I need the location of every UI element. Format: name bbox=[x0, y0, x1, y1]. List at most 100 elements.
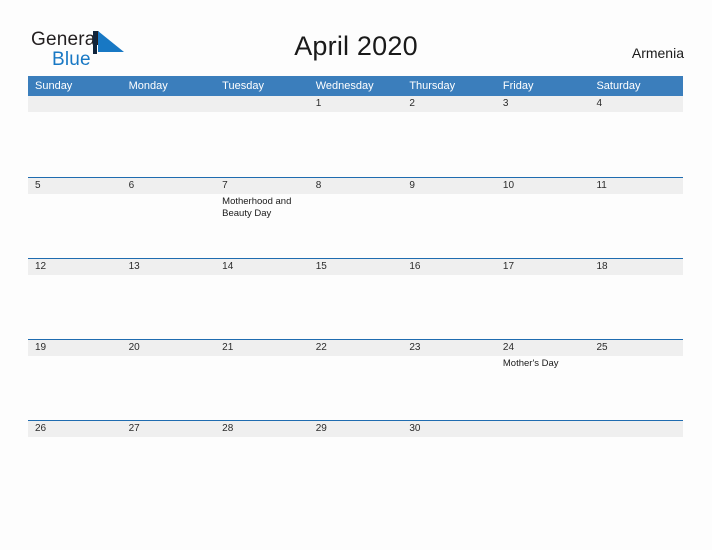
day-number-27[interactable]: 27 bbox=[122, 421, 216, 437]
calendar-week-row: 1234 bbox=[28, 96, 683, 177]
day-number-6[interactable]: 6 bbox=[122, 178, 216, 194]
day-cell-1[interactable] bbox=[309, 112, 403, 176]
calendar-weeks: 1 2 3 4 5 6 7 8 9 10 11 Motherhood and Beauty Day 12… bbox=[28, 96, 683, 501]
day-number-30[interactable]: 30 bbox=[402, 421, 496, 437]
week-date-number-band: 19 20 21 22 23 24 25 bbox=[28, 340, 683, 356]
week-event-band: Motherhood and Beauty Day bbox=[28, 194, 683, 258]
day-number-13[interactable]: 13 bbox=[122, 259, 216, 275]
day-cell-27[interactable] bbox=[122, 437, 216, 501]
day-number-24[interactable]: 24 bbox=[496, 340, 590, 356]
day-number-28[interactable]: 28 bbox=[215, 421, 309, 437]
day-cell-4[interactable] bbox=[589, 112, 683, 176]
day-cell-empty bbox=[28, 112, 122, 176]
day-cell-2[interactable] bbox=[402, 112, 496, 176]
page-title: April 2020 bbox=[294, 31, 418, 61]
country-label: Armenia bbox=[631, 45, 684, 61]
day-number-11[interactable]: 11 bbox=[589, 178, 683, 194]
weekday-header-wednesday: Wednesday bbox=[315, 80, 374, 92]
week-date-number-band: 1234 bbox=[28, 96, 683, 112]
day-cell-25[interactable] bbox=[589, 356, 683, 420]
day-number-20[interactable]: 20 bbox=[122, 340, 216, 356]
week-date-number-band: 26 27 28 29 30 bbox=[28, 421, 683, 437]
day-cell-16[interactable] bbox=[402, 275, 496, 339]
holiday-event-label: Mother's Day bbox=[502, 358, 559, 369]
day-cell-17[interactable] bbox=[496, 275, 590, 339]
day-number-22[interactable]: 22 bbox=[309, 340, 403, 356]
day-cell-5[interactable] bbox=[28, 194, 122, 258]
calendar-table: Sunday Monday Tuesday Wednesday Thursday Frid… bbox=[28, 76, 683, 501]
day-cell-30[interactable] bbox=[402, 437, 496, 501]
page-header: General Blue April 2020 Armenia bbox=[0, 0, 712, 76]
day-number-15[interactable]: 15 bbox=[309, 259, 403, 275]
day-number-5[interactable]: 5 bbox=[28, 178, 122, 194]
day-number-empty bbox=[215, 96, 309, 112]
day-number-18[interactable]: 18 bbox=[589, 259, 683, 275]
day-cell-10[interactable] bbox=[496, 194, 590, 258]
day-cell-13[interactable] bbox=[122, 275, 216, 339]
week-event-band: Mother's Day bbox=[28, 356, 683, 420]
week-date-number-band: 5 6 7 8 9 10 11 bbox=[28, 178, 683, 194]
day-cell-23[interactable] bbox=[402, 356, 496, 420]
day-cell-18[interactable] bbox=[589, 275, 683, 339]
day-number-25[interactable]: 25 bbox=[589, 340, 683, 356]
day-cell-15[interactable] bbox=[309, 275, 403, 339]
week-date-number-band: 12 13 14 15 16 17 18 bbox=[28, 259, 683, 275]
day-number-9[interactable]: 9 bbox=[402, 178, 496, 194]
day-cell-empty bbox=[496, 437, 590, 501]
weekday-header-saturday: Saturday bbox=[596, 80, 641, 92]
day-number-empty bbox=[122, 96, 216, 112]
day-cell-empty bbox=[215, 112, 309, 176]
day-cell-8[interactable] bbox=[309, 194, 403, 258]
weekday-header-monday: Monday bbox=[128, 80, 168, 92]
day-number-8[interactable]: 8 bbox=[309, 178, 403, 194]
day-cell-19[interactable] bbox=[28, 356, 122, 420]
day-number-26[interactable]: 26 bbox=[28, 421, 122, 437]
calendar-weekday-header: Sunday Monday Tuesday Wednesday Thursday Frid… bbox=[28, 76, 683, 96]
day-cell-9[interactable] bbox=[402, 194, 496, 258]
day-number-3[interactable]: 3 bbox=[496, 96, 590, 112]
calendar-week-row: 19 20 21 22 23 24 25 Mother's Day bbox=[28, 339, 683, 420]
weekday-header-friday: Friday bbox=[502, 80, 534, 92]
day-number-29[interactable]: 29 bbox=[309, 421, 403, 437]
day-number-empty bbox=[496, 421, 590, 437]
day-cell-28[interactable] bbox=[215, 437, 309, 501]
weekday-header-tuesday: Tuesday bbox=[222, 80, 264, 92]
calendar-week-row: 26 27 28 29 30 bbox=[28, 420, 683, 501]
day-number-empty bbox=[28, 96, 122, 112]
week-event-band bbox=[28, 275, 683, 339]
day-cell-11[interactable] bbox=[589, 194, 683, 258]
day-number-17[interactable]: 17 bbox=[496, 259, 590, 275]
day-number-14[interactable]: 14 bbox=[215, 259, 309, 275]
day-number-7[interactable]: 7 bbox=[215, 178, 309, 194]
week-event-band bbox=[28, 437, 683, 501]
day-cell-7[interactable]: Motherhood and Beauty Day bbox=[215, 194, 309, 258]
day-cell-21[interactable] bbox=[215, 356, 309, 420]
day-cell-12[interactable] bbox=[28, 275, 122, 339]
day-number-12[interactable]: 12 bbox=[28, 259, 122, 275]
day-cell-empty bbox=[589, 437, 683, 501]
week-event-band bbox=[28, 112, 683, 176]
day-number-23[interactable]: 23 bbox=[402, 340, 496, 356]
day-cell-3[interactable] bbox=[496, 112, 590, 176]
day-number-1[interactable]: 1 bbox=[309, 96, 403, 112]
day-number-2[interactable]: 2 bbox=[402, 96, 496, 112]
day-cell-14[interactable] bbox=[215, 275, 309, 339]
calendar-week-row: 5 6 7 8 9 10 11 Motherhood and Beauty Day bbox=[28, 177, 683, 258]
day-cell-6[interactable] bbox=[122, 194, 216, 258]
holiday-event-label: Motherhood and Beauty Day bbox=[222, 196, 292, 219]
day-number-10[interactable]: 10 bbox=[496, 178, 590, 194]
day-cell-24[interactable]: Mother's Day bbox=[496, 356, 590, 420]
day-cell-empty bbox=[122, 112, 216, 176]
day-cell-26[interactable] bbox=[28, 437, 122, 501]
day-cell-22[interactable] bbox=[309, 356, 403, 420]
day-number-4[interactable]: 4 bbox=[589, 96, 683, 112]
day-number-16[interactable]: 16 bbox=[402, 259, 496, 275]
weekday-header-thursday: Thursday bbox=[409, 80, 456, 92]
day-cell-20[interactable] bbox=[122, 356, 216, 420]
day-cell-29[interactable] bbox=[309, 437, 403, 501]
day-number-21[interactable]: 21 bbox=[215, 340, 309, 356]
weekday-header-sunday: Sunday bbox=[35, 80, 73, 92]
day-number-19[interactable]: 19 bbox=[28, 340, 122, 356]
calendar-week-row: 12 13 14 15 16 17 18 bbox=[28, 258, 683, 339]
day-number-empty bbox=[589, 421, 683, 437]
